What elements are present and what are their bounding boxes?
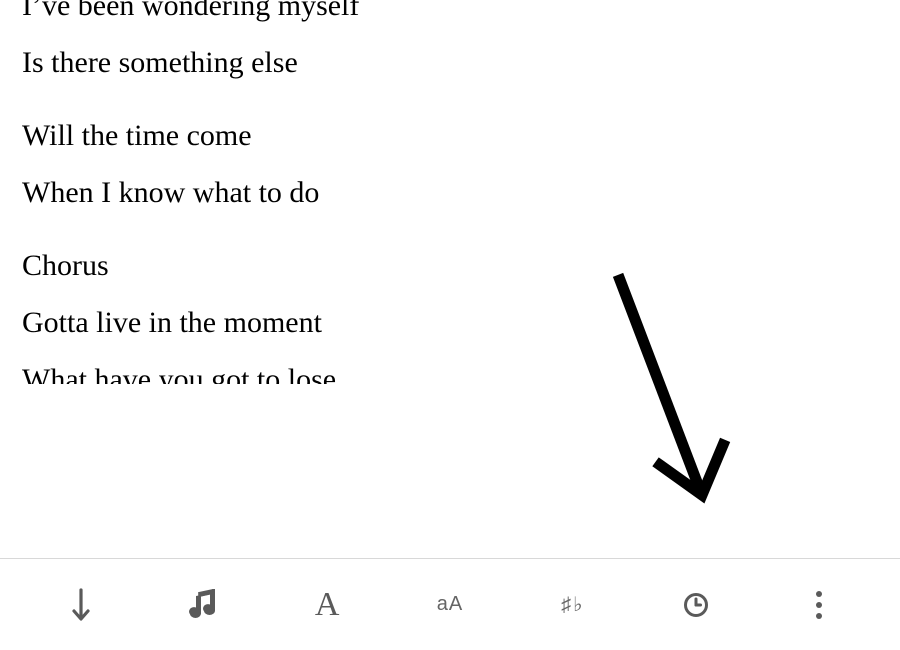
arrow-down-icon [72,588,90,622]
music-note-icon [189,589,219,621]
lyrics-line: Chorus [22,246,878,285]
more-vertical-icon [816,591,822,619]
more-button[interactable] [757,559,880,650]
lyrics-block-3: Chorus Gotta live in the moment What hav… [22,246,878,384]
bottom-toolbar: A aA ♯♭ [0,558,900,650]
font-a-icon: A [315,588,340,622]
metronome-button[interactable] [634,559,757,650]
lyrics-line: Is there something else [22,43,878,82]
lyrics-block-1: I’ve been wondering myself Is there some… [22,0,878,82]
lyrics-line-clipped: What have you got to lose [22,360,878,384]
lyrics-line: When I know what to do [22,173,878,212]
scroll-down-button[interactable] [20,559,143,650]
lyrics-area[interactable]: I’ve been wondering myself Is there some… [0,0,900,556]
lyrics-line: Gotta live in the moment [22,303,878,342]
font-button[interactable]: A [266,559,389,650]
clock-icon [682,591,710,619]
text-case-icon: aA [437,593,463,616]
lyrics-block-2: Will the time come When I know what to d… [22,116,878,212]
transpose-button[interactable]: ♯♭ [511,559,634,650]
lyrics-line: Will the time come [22,116,878,155]
text-case-button[interactable]: aA [389,559,512,650]
sharp-flat-icon: ♯♭ [561,592,584,617]
lyrics-line: I’ve been wondering myself [22,0,878,25]
music-button[interactable] [143,559,266,650]
